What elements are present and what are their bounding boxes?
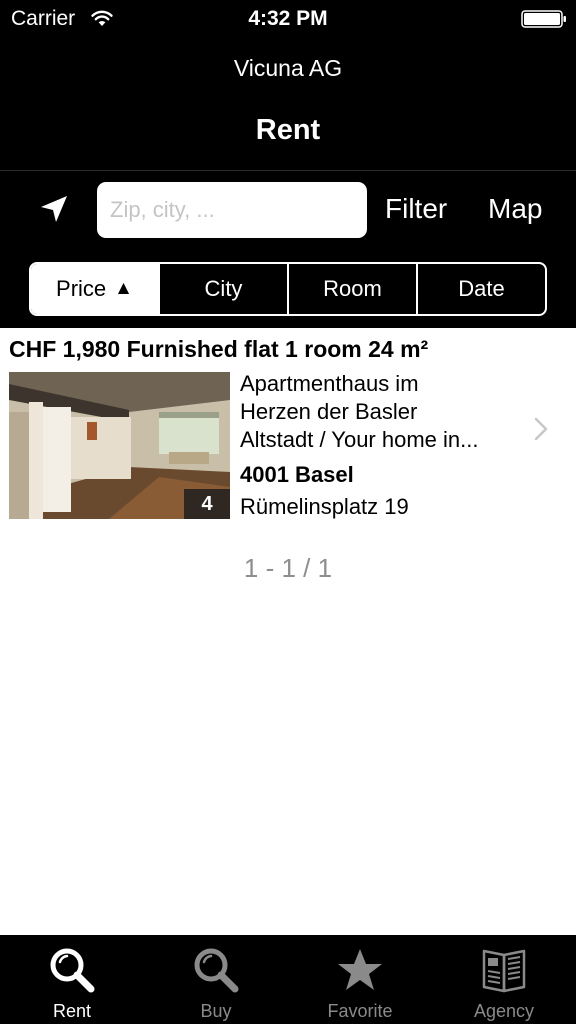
tab-rent-label: Rent [52, 1001, 92, 1021]
tab-bar: Rent Buy Favorite Agency [0, 935, 576, 1024]
listing-description: Apartmenthaus im Herzen der Basler Altst… [240, 370, 515, 454]
search-icon [194, 948, 239, 993]
listing-description-line: Herzen der Basler [240, 399, 418, 424]
star-icon [338, 949, 382, 990]
sort-price[interactable]: Price ▲ [31, 264, 158, 314]
status-bar: Carrier 4:32 PM [0, 0, 576, 40]
sort-price-label: Price [56, 276, 107, 301]
sort-room-label: Room [323, 276, 382, 301]
photo-count-badge: 4 [184, 489, 230, 519]
status-time: 4:32 PM [248, 7, 328, 30]
sort-date[interactable]: Date [416, 264, 545, 314]
page-title: Rent [255, 114, 321, 146]
tab-agency-label: Agency [473, 1001, 535, 1021]
listing-photo: 4 [9, 372, 230, 519]
company-name: Vicuna AG [233, 55, 343, 81]
map-button[interactable]: Map [488, 193, 542, 225]
sort-ascending-icon: ▲ [114, 278, 133, 299]
tab-buy-label: Buy [200, 1001, 232, 1021]
book-icon [482, 949, 526, 993]
header: Carrier 4:32 PM Vicuna AG Rent Filter Ma… [0, 0, 576, 328]
tab-favorite-label: Favorite [327, 1001, 393, 1021]
listing-title: CHF 1,980 Furnished flat 1 room 24 m² [9, 336, 429, 362]
sort-room[interactable]: Room [287, 264, 416, 314]
listing-city: 4001 Basel [240, 462, 354, 487]
listing-street: Rümelinsplatz 19 [240, 494, 409, 519]
listing-item[interactable]: CHF 1,980 Furnished flat 1 room 24 m² 4 … [0, 328, 576, 528]
tab-rent[interactable]: Rent [0, 935, 144, 1024]
pagination-label: 1 - 1 / 1 [243, 553, 333, 583]
nav-divider [0, 170, 576, 171]
sort-city-label: City [204, 276, 243, 301]
location-arrow-icon[interactable] [37, 192, 71, 226]
sort-segmented-control: Price ▲ City Room Date [29, 262, 547, 316]
chevron-right-icon [534, 417, 548, 441]
tab-favorite[interactable]: Favorite [288, 935, 432, 1024]
tab-buy[interactable]: Buy [144, 935, 288, 1024]
filter-button[interactable]: Filter [385, 193, 447, 225]
sort-city[interactable]: City [158, 264, 287, 314]
listing-description-line: Apartmenthaus im [240, 371, 419, 396]
search-input[interactable] [97, 182, 367, 238]
tab-agency[interactable]: Agency [432, 935, 576, 1024]
battery-icon [521, 10, 566, 28]
listing-description-line: Altstadt / Your home in... [240, 427, 479, 452]
search-icon [50, 948, 95, 993]
sort-date-label: Date [458, 276, 505, 301]
